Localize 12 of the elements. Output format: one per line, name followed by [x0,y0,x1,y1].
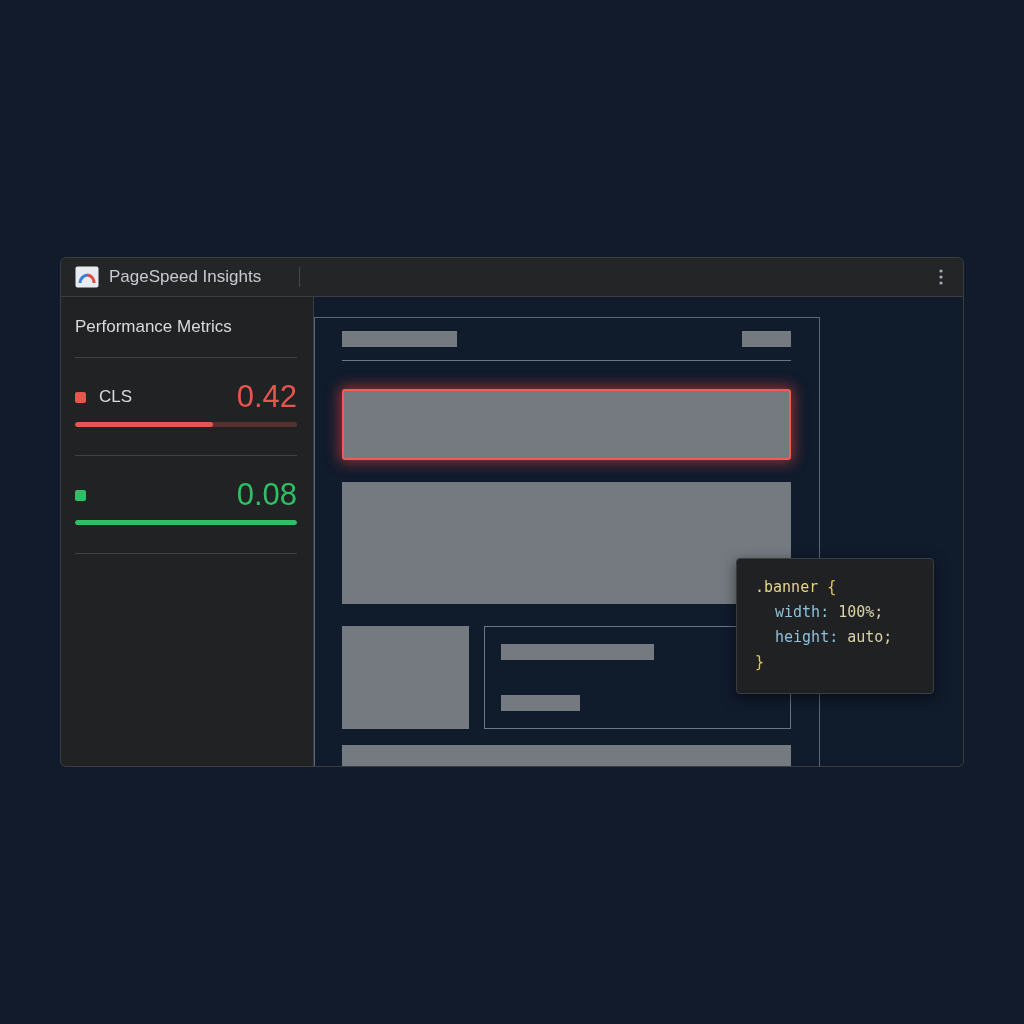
metric-value: 0.42 [236,379,297,415]
more-options-icon[interactable] [939,269,943,285]
gauge-logo-icon [75,266,99,288]
metric-label: CLS [99,387,133,407]
code-line: height: auto; [774,627,894,648]
code-line: width: 100%; [774,602,885,623]
window-title: PageSpeed Insights [109,267,262,287]
code-line: } [755,652,766,673]
sidebar-heading: Performance Metrics [75,317,297,358]
code-line: .banner { [755,577,838,598]
metric-value: 0.08 [236,477,297,513]
nav-placeholder [742,331,791,347]
